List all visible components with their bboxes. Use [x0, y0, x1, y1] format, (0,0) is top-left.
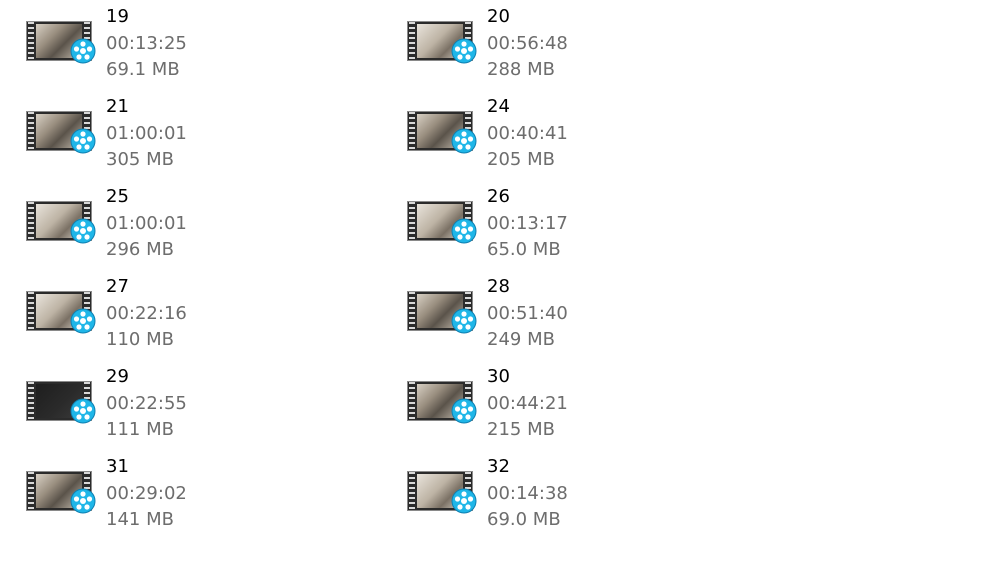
- file-size: 65.0 MB: [487, 239, 561, 260]
- file-grid: 19 00:13:25 69.1 MB 20 00:56:48 288 MB 2…: [0, 0, 989, 571]
- file-name: 31: [106, 456, 129, 477]
- file-size: 111 MB: [106, 419, 174, 440]
- video-file-icon: [70, 488, 96, 514]
- video-file-item[interactable]: 19 00:13:25 69.1 MB: [0, 0, 340, 84]
- video-thumbnail: [407, 18, 477, 64]
- video-file-item[interactable]: 30 00:44:21 215 MB: [381, 360, 721, 444]
- video-thumbnail: [407, 198, 477, 244]
- file-name: 28: [487, 276, 510, 297]
- file-duration: 00:22:16: [106, 303, 187, 324]
- video-file-item[interactable]: 20 00:56:48 288 MB: [381, 0, 721, 84]
- video-thumbnail: [26, 198, 96, 244]
- video-thumbnail: [26, 18, 96, 64]
- file-size: 288 MB: [487, 59, 555, 80]
- video-file-item[interactable]: 25 01:00:01 296 MB: [0, 180, 340, 264]
- file-size: 205 MB: [487, 149, 555, 170]
- video-file-icon: [451, 38, 477, 64]
- video-file-icon: [451, 488, 477, 514]
- file-name: 29: [106, 366, 129, 387]
- file-duration: 01:00:01: [106, 123, 187, 144]
- video-thumbnail: [407, 288, 477, 334]
- video-file-item[interactable]: 24 00:40:41 205 MB: [381, 90, 721, 174]
- video-file-icon: [451, 218, 477, 244]
- video-thumbnail: [407, 108, 477, 154]
- file-duration: 00:14:38: [487, 483, 568, 504]
- file-duration: 00:51:40: [487, 303, 568, 324]
- video-file-icon: [451, 308, 477, 334]
- file-size: 305 MB: [106, 149, 174, 170]
- video-thumbnail: [407, 468, 477, 514]
- video-file-item[interactable]: 31 00:29:02 141 MB: [0, 450, 340, 534]
- video-file-icon: [451, 128, 477, 154]
- file-name: 32: [487, 456, 510, 477]
- video-file-icon: [70, 218, 96, 244]
- file-size: 69.1 MB: [106, 59, 180, 80]
- file-size: 69.0 MB: [487, 509, 561, 530]
- video-file-icon: [70, 38, 96, 64]
- video-file-item[interactable]: 27 00:22:16 110 MB: [0, 270, 340, 354]
- file-name: 20: [487, 6, 510, 27]
- file-duration: 01:00:01: [106, 213, 187, 234]
- file-size: 141 MB: [106, 509, 174, 530]
- file-name: 25: [106, 186, 129, 207]
- video-file-icon: [70, 398, 96, 424]
- file-duration: 00:13:17: [487, 213, 568, 234]
- file-size: 110 MB: [106, 329, 174, 350]
- video-thumbnail: [407, 378, 477, 424]
- file-duration: 00:13:25: [106, 33, 187, 54]
- video-file-item[interactable]: 26 00:13:17 65.0 MB: [381, 180, 721, 264]
- file-name: 24: [487, 96, 510, 117]
- file-name: 21: [106, 96, 129, 117]
- file-name: 26: [487, 186, 510, 207]
- file-name: 30: [487, 366, 510, 387]
- video-file-icon: [451, 398, 477, 424]
- video-thumbnail: [26, 378, 96, 424]
- file-duration: 00:40:41: [487, 123, 568, 144]
- video-thumbnail: [26, 288, 96, 334]
- video-thumbnail: [26, 108, 96, 154]
- video-file-icon: [70, 128, 96, 154]
- video-file-item[interactable]: 29 00:22:55 111 MB: [0, 360, 340, 444]
- video-file-item[interactable]: 32 00:14:38 69.0 MB: [381, 450, 721, 534]
- file-size: 296 MB: [106, 239, 174, 260]
- file-duration: 00:22:55: [106, 393, 187, 414]
- file-duration: 00:44:21: [487, 393, 568, 414]
- file-duration: 00:29:02: [106, 483, 187, 504]
- video-file-item[interactable]: 21 01:00:01 305 MB: [0, 90, 340, 174]
- video-thumbnail: [26, 468, 96, 514]
- video-file-item[interactable]: 28 00:51:40 249 MB: [381, 270, 721, 354]
- file-size: 249 MB: [487, 329, 555, 350]
- file-name: 19: [106, 6, 129, 27]
- file-duration: 00:56:48: [487, 33, 568, 54]
- file-name: 27: [106, 276, 129, 297]
- file-size: 215 MB: [487, 419, 555, 440]
- video-file-icon: [70, 308, 96, 334]
